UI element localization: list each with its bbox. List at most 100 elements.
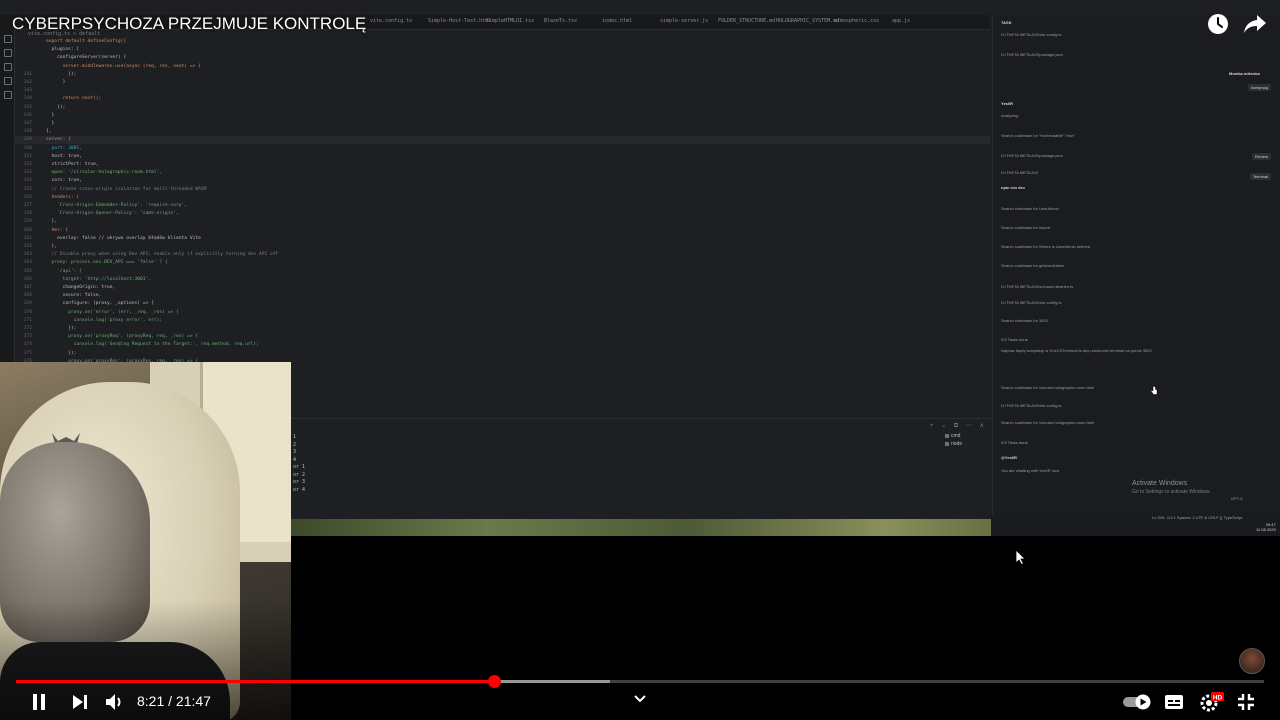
ai-action-button[interactable]: kontynuuj [1247,84,1271,91]
code-line: 375 }); [23,350,77,356]
ai-panel-row: D:\THETA META AGI\vite.config.ts [1001,32,1062,37]
code-line: 349 server: { [23,137,71,143]
settings-icon: HD [1200,692,1224,712]
editor-tab[interactable]: BlazeTs.tsx [544,18,577,24]
terminal-tab[interactable]: cmd [945,432,990,440]
code-line: plugins: [ [46,47,80,53]
code-line: 343 [23,88,32,94]
code-line: 355 // Create cross-origin isolation for… [23,186,207,192]
code-line: 370 proxy.on('error', (err, _req, _res) … [23,309,179,315]
terminal-line: 4 [293,456,297,463]
subtitles-button[interactable] [1163,690,1185,714]
terminal-line: 2 [293,441,297,448]
ai-panel-row: 0/3 Tasks done [1001,440,1028,445]
code-line: 346 } [23,112,55,118]
ai-panel-row: Search codebase for /circular-holographi… [1001,420,1095,425]
code-line: 374 console.log('Sending Request to the … [23,342,259,348]
code-line: 353 open: '/circular-holographic-room.ht… [23,170,163,176]
terminal-tab-list: cmd node [945,432,990,448]
editor-tab[interactable]: index.html [602,18,632,24]
code-line: 357 'Cross-Origin-Embedder-Policy': 'req… [23,203,188,208]
editor-tab[interactable]: app.js [892,18,910,24]
editor-tab[interactable]: HOLOGRAPHIC_SYSTEM.md [776,18,839,24]
ai-panel-row: D:\THETA META AGI\vite.config.ts [1001,403,1062,408]
search-icon [4,49,12,57]
code-line: 365 '/api': { [23,268,82,274]
hand-cursor-icon [1150,385,1158,395]
volume-icon [106,694,121,710]
hd-badge: HD [1213,694,1223,701]
volume-button[interactable] [104,690,126,714]
activate-windows-subtitle: Go to Settings to activate Windows. [1132,489,1211,495]
code-line: 352 strictPort: true, [23,162,99,167]
next-button[interactable] [70,690,90,714]
ai-panel-row: Search codebase for getUserAdmin [1001,263,1065,268]
code-line: 362 }, [23,244,58,249]
time-display: 8:21 / 21:47 [137,693,211,709]
source-control-icon [4,63,12,71]
code-line: 354 cors: true, [23,178,82,184]
taskbar-clock: 09:47 11.08.2025 [1256,522,1276,532]
autoplay-toggle-icon [1123,694,1151,710]
code-line: server.middlewares.use(async (req, res, … [46,63,201,69]
ai-panel-row: D:\THETA META AGI\vite.config.ts [1001,300,1062,305]
settings-button[interactable]: HD [1199,690,1225,714]
code-line: 369 configure: (proxy, _options) => { [23,301,154,307]
status-bar: Ln 349, Col 1 Spaces: 2 UTF-8 CRLF {} Ty… [1152,515,1243,520]
code-line: 361 overlay: false // ukrywa overlay błę… [23,235,201,241]
editor-tab[interactable]: simple-server.js [660,18,708,24]
ai-panel-row: 0/3 Tasks done [1001,337,1028,342]
code-line: 364 proxy: process.env.DEV_API === 'fals… [23,260,168,266]
ai-panel-row: D:\THETA META AGI [1001,170,1039,175]
share-icon[interactable] [1243,13,1267,35]
code-line: 363 // Disable proxy when using Dev API;… [23,252,279,258]
code-line: export default defineConfig({ [46,39,127,44]
extensions-icon [4,91,12,99]
model-selector[interactable]: GPT-5 [1231,496,1273,501]
activate-windows-title: Activate Windows [1132,480,1188,487]
ai-panel-row: Yes0R [1001,101,1014,106]
code-line: 341 }); [23,71,77,77]
terminal-line: or 1 [293,464,306,470]
code-line: 347 } [23,121,55,126]
ai-panel-row: Napraw błędy kompilacji w OneCSTerminal.… [1001,348,1152,353]
ai-panel-row: D:\THETA META AGI\package.json [1001,52,1063,57]
code-line: 348], [23,129,52,135]
chevron-down-icon[interactable] [634,694,646,704]
editor-tab[interactable]: atmospheric.css [834,18,879,24]
terminal-line: 3 [293,449,297,455]
exit-fullscreen-button[interactable] [1236,690,1256,714]
channel-avatar[interactable] [1239,648,1265,674]
clock-date: 11.08.2025 [1256,527,1276,532]
pause-icon [33,694,45,710]
terminal-line: or 4 [293,486,306,493]
autoplay-toggle[interactable] [1122,690,1152,714]
debug-icon [4,77,12,85]
pause-button[interactable] [28,690,50,714]
ai-panel-row: Search codebase for "frontendable":"true… [1001,133,1075,138]
code-line: 359 }, [23,219,58,225]
ai-action-button[interactable]: Review [1251,153,1271,160]
code-line: 342 } [23,80,66,85]
editor-tab[interactable]: FOLDER_STRUCTURE.md [718,18,775,24]
progress-bar[interactable] [16,675,1264,688]
ai-panel-row: npm run dev [1001,185,1026,190]
code-line: 366 target: 'http://localhost:3001', [23,276,152,282]
editor-tab[interactable]: vite.config.ts [370,18,412,24]
exit-fullscreen-icon [1238,694,1254,710]
terminal-tab[interactable]: node [945,440,990,448]
ai-assistant-panel: TASK D:\THETA META AGI\vite.config.ts D:\T… [992,15,1280,515]
code-line: 356 headers: { [23,194,80,200]
editor-tab[interactable]: Simple-Host-Test.html [428,18,491,24]
code-editor: export default defineConfig({ plugins: [… [14,38,990,368]
ai-panel-row: D:\THETA META AGI\src\userLibraries.ts [1001,284,1074,289]
clock-icon[interactable] [1207,13,1229,35]
ai-panel-row: @Yes0R [1001,455,1017,460]
ai-action-button[interactable]: Terminal [1249,173,1271,180]
terminal-line: or 3 [293,479,306,485]
ai-panel-row: Search codebase for /circular-holographi… [1001,385,1095,390]
video-title[interactable]: CYBERPSYCHOZA PRZEJMUJE KONTROLĘ [12,14,366,34]
ai-panel-header: TASK [1001,20,1012,25]
ai-panel-row: You are chatting with Yes0R now [1001,468,1060,473]
editor-tab[interactable]: SimpleHTMLUI.tsx [486,18,534,24]
